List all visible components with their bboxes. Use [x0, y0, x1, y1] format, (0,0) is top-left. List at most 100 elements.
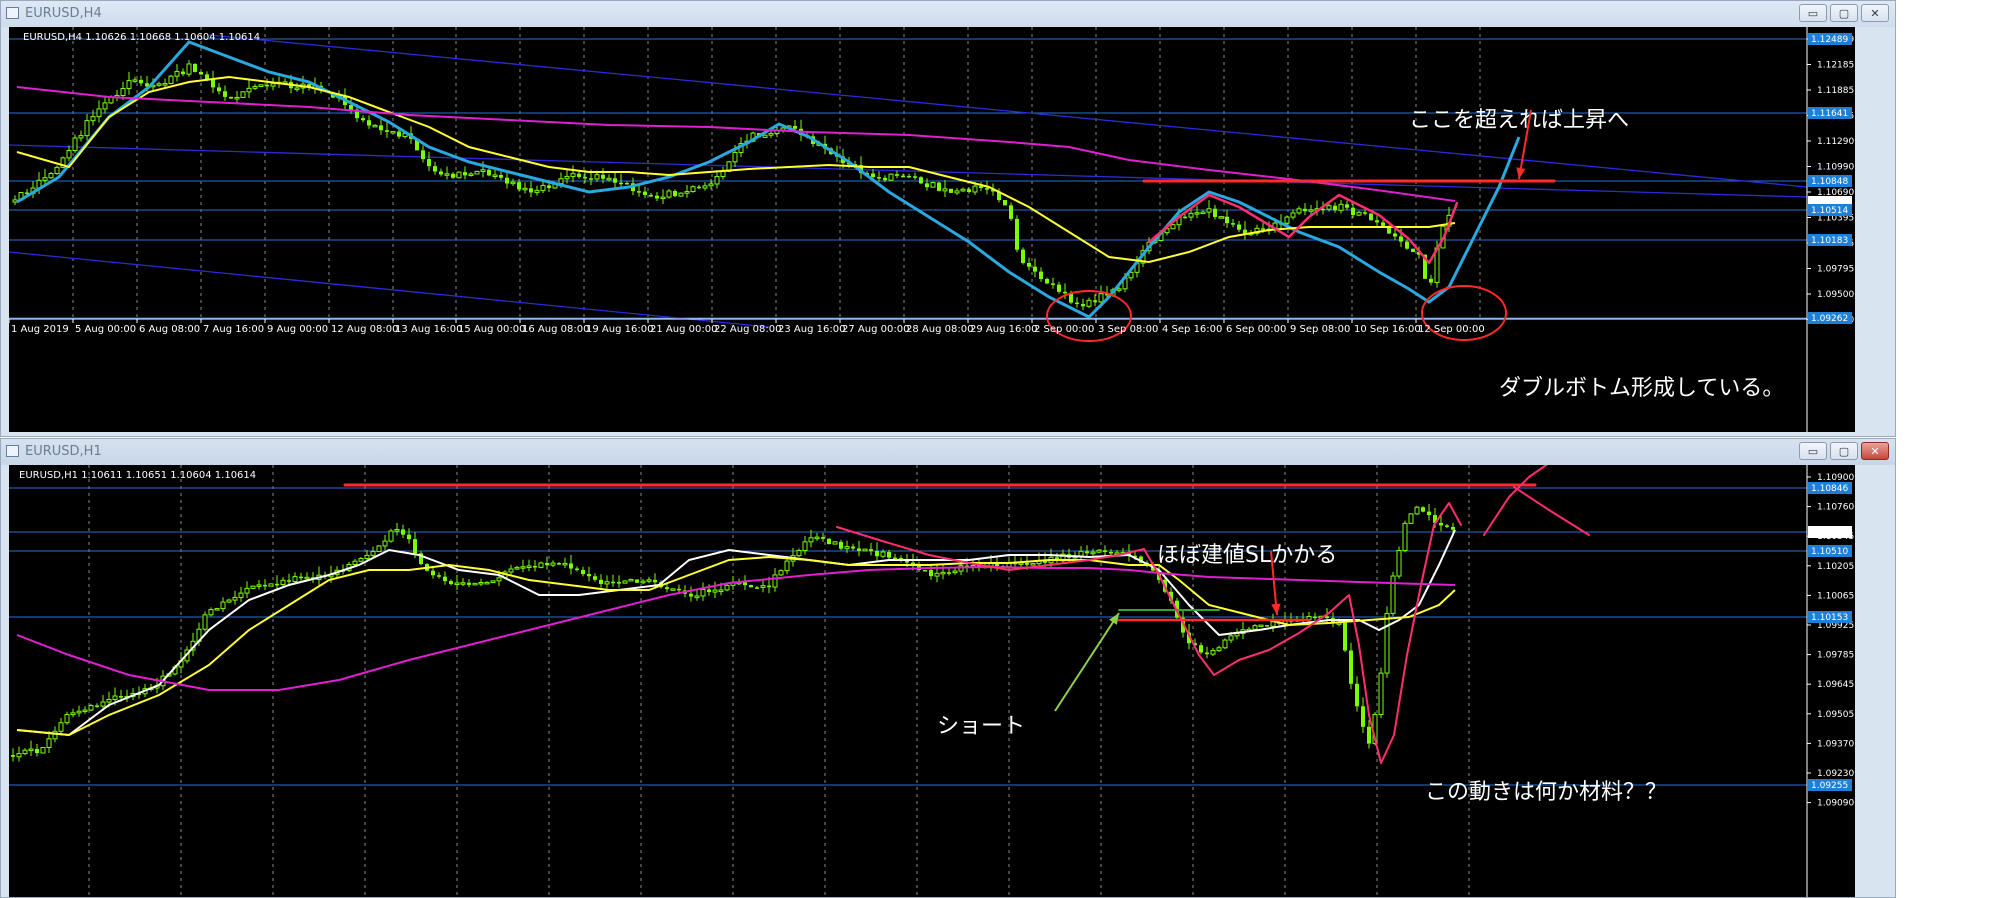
time-tick-label: 5 Aug 00:00 — [75, 324, 136, 335]
candle-body-bull — [252, 86, 258, 89]
titlebar-h4[interactable]: EURUSD,H4 ▭ ▢ ✕ — [1, 1, 1895, 27]
candle-body-bear — [463, 172, 467, 176]
candle-body-bear — [613, 178, 617, 183]
candle-body-bear — [689, 593, 693, 597]
maximize-button[interactable]: ▢ — [1830, 4, 1858, 22]
chart-area-h4[interactable]: EURUSD,H4 1.10626 1.10668 1.10604 1.1061… — [9, 27, 1855, 432]
candle-body-bull — [522, 187, 528, 191]
candle-body-bear — [1345, 204, 1349, 208]
candle-body-bear — [851, 546, 855, 549]
candle-body-bull — [40, 746, 46, 754]
candle-body-bear — [1213, 208, 1217, 217]
candle-body-bear — [287, 580, 291, 582]
candle-body-bull — [82, 709, 88, 713]
candle-body-bear — [1367, 726, 1371, 744]
candle-body-bear — [755, 587, 759, 589]
candle-body-bull — [454, 582, 460, 586]
candle-body-bull — [564, 175, 570, 180]
annotation-stop-loss: ほぼ建値SLかかる — [1157, 543, 1337, 568]
minimize-button[interactable]: ▭ — [1799, 4, 1827, 22]
candle-body-bear — [707, 589, 711, 593]
candle-body-bull — [640, 580, 646, 584]
candle-body-bull — [1396, 549, 1402, 577]
candle-body-bull — [1188, 212, 1194, 218]
candle-body-bear — [1057, 284, 1061, 292]
candle-body-bull — [772, 574, 778, 588]
candle-body-bear — [637, 191, 641, 193]
candle-body-bull — [484, 581, 490, 585]
candle-body-bear — [211, 79, 215, 88]
candle-body-bull — [244, 587, 250, 594]
candle-body-bear — [625, 183, 629, 185]
price-tick-label: 1.09230 — [1817, 769, 1854, 779]
candle-body-bull — [1170, 224, 1176, 230]
candle-body-bull — [954, 190, 960, 194]
candle-body-bull — [64, 714, 70, 724]
candle-body-bull — [1270, 621, 1276, 627]
time-tick-label: 16 Aug 08:00 — [522, 324, 589, 335]
pen-stroke-projection — [1483, 465, 1548, 536]
candle-body-bear — [1375, 220, 1379, 223]
candle-body-bear — [385, 130, 389, 132]
candle-body-bear — [1333, 205, 1337, 211]
candle-body-bull — [246, 87, 252, 93]
candle-body-bull — [952, 570, 958, 574]
candle-body-bull — [100, 701, 106, 707]
pen-stroke-drop — [1143, 502, 1462, 764]
candle-body-bear — [437, 575, 441, 577]
time-tick-label: 12 Aug 08:00 — [331, 324, 398, 335]
titlebar-h1[interactable]: EURUSD,H1 ▭ ▢ ✕ — [1, 439, 1895, 465]
candle-body-bull — [294, 87, 300, 90]
chart-area-h1[interactable]: EURUSD,H1 1.10611 1.10651 1.10604 1.1061… — [9, 465, 1855, 897]
candle-body-bull — [862, 548, 868, 552]
maximize-button[interactable]: ▢ — [1830, 442, 1858, 460]
candle-body-bear — [949, 188, 953, 193]
candle-body-bull — [1338, 203, 1344, 211]
candle-body-bull — [724, 584, 730, 591]
candle-body-bear — [643, 191, 647, 195]
candle-body-bull — [1210, 650, 1216, 655]
time-tick-label: 15 Aug 00:00 — [458, 324, 525, 335]
moving-average-mid — [16, 555, 1456, 737]
candle-body-bear — [1381, 222, 1385, 226]
candle-body-bear — [1025, 562, 1029, 565]
candle-body-bull — [186, 63, 192, 75]
candle-body-bear — [985, 188, 989, 190]
time-tick-label: 12 Sep 00:00 — [1418, 324, 1485, 335]
candle-body-bull — [382, 540, 388, 547]
candle-body-bull — [628, 578, 634, 582]
candle-body-bull — [1222, 639, 1228, 649]
candle-body-bull — [888, 173, 894, 181]
candle-body-bear — [601, 174, 605, 179]
candle-body-bear — [1033, 266, 1037, 272]
candle-body-bear — [749, 585, 753, 588]
candle-body-bear — [1075, 302, 1079, 305]
candle-body-bear — [1027, 262, 1031, 267]
time-tick-label: 6 Sep 00:00 — [1226, 324, 1286, 335]
candle-body-bull — [940, 571, 946, 575]
candle-body-bear — [449, 581, 453, 585]
candle-body-bull — [690, 186, 696, 193]
chart-svg-h1[interactable]: EURUSD,H1 1.10611 1.10651 1.10604 1.1061… — [9, 465, 1855, 897]
time-tick-label: 10 Sep 16:00 — [1354, 324, 1421, 335]
candle-body-bull — [1098, 293, 1104, 303]
candle-body-bear — [635, 579, 639, 583]
candle-body-bear — [901, 175, 905, 178]
chart-svg-h4[interactable]: EURUSD,H4 1.10626 1.10668 1.10604 1.1061… — [9, 27, 1855, 432]
annotation-material: この動きは何か材料？？ — [1425, 780, 1667, 805]
price-label-text: 1.10153 — [1811, 613, 1848, 623]
candle-body-bull — [106, 698, 112, 703]
candle-body-bear — [1445, 525, 1449, 527]
minimize-button[interactable]: ▭ — [1799, 442, 1827, 460]
candle-body-bull — [394, 528, 400, 532]
price-tick-label: 1.10990 — [1817, 163, 1854, 173]
candle-body-bear — [1183, 216, 1187, 219]
close-button[interactable]: ✕ — [1861, 442, 1889, 460]
candle-body-bear — [1393, 233, 1397, 237]
candle-body-bear — [821, 537, 825, 539]
candle-body-bear — [857, 548, 861, 551]
candle-body-bull — [712, 589, 718, 593]
close-button[interactable]: ✕ — [1861, 4, 1889, 22]
candle-body-bull — [562, 562, 568, 566]
candle-body-bull — [1030, 563, 1036, 566]
